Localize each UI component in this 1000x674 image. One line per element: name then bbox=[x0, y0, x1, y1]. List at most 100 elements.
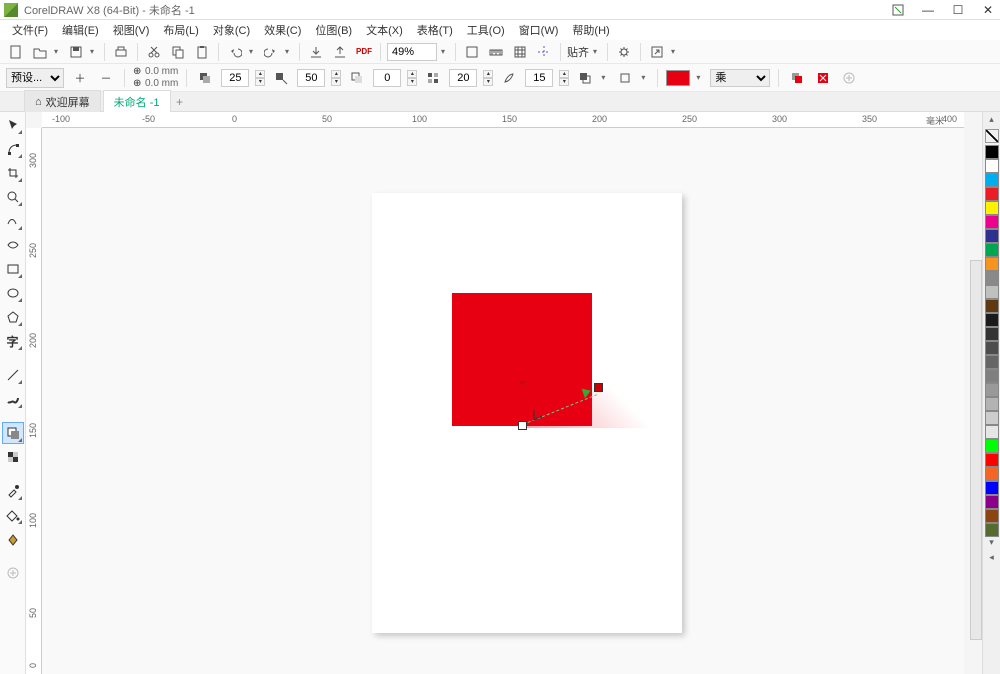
color-swatch[interactable] bbox=[985, 173, 999, 187]
save-button[interactable] bbox=[66, 42, 86, 62]
redo-dropdown-icon[interactable]: ▾ bbox=[285, 47, 293, 56]
color-swatch[interactable] bbox=[985, 467, 999, 481]
show-guides-button[interactable] bbox=[534, 42, 554, 62]
color-swatch[interactable] bbox=[985, 229, 999, 243]
zoom-tool[interactable] bbox=[2, 186, 24, 208]
maximize-button[interactable]: ☐ bbox=[950, 3, 966, 17]
fill-tool[interactable] bbox=[2, 504, 24, 526]
menu-effects[interactable]: 效果(C) bbox=[258, 20, 307, 40]
red-rectangle-object[interactable] bbox=[452, 293, 592, 426]
canvas-area[interactable]: ✕ -100 -50 0 50 100 150 200 250 300 350 … bbox=[26, 112, 982, 674]
new-tab-button[interactable]: + bbox=[173, 95, 187, 109]
crop-tool[interactable] bbox=[2, 162, 24, 184]
shadow-angle-input[interactable] bbox=[297, 69, 325, 87]
palette-flyout-icon[interactable]: ◂ bbox=[989, 552, 994, 563]
undo-dropdown-icon[interactable]: ▾ bbox=[249, 47, 257, 56]
shape-tool[interactable] bbox=[2, 138, 24, 160]
artistic-media-tool[interactable] bbox=[2, 234, 24, 256]
menu-edit[interactable]: 编辑(E) bbox=[56, 20, 105, 40]
color-swatch[interactable] bbox=[985, 341, 999, 355]
shadow-color-swatch[interactable] bbox=[666, 70, 690, 86]
color-swatch[interactable] bbox=[985, 495, 999, 509]
undo-button[interactable] bbox=[225, 42, 245, 62]
color-swatch[interactable] bbox=[985, 425, 999, 439]
color-swatch[interactable] bbox=[985, 159, 999, 173]
tab-welcome[interactable]: ⌂ 欢迎屏幕 bbox=[24, 90, 101, 113]
shadow-stretch-input[interactable] bbox=[449, 69, 477, 87]
color-swatch[interactable] bbox=[985, 481, 999, 495]
feather-direction-button[interactable] bbox=[575, 68, 595, 88]
vertical-scrollbar[interactable] bbox=[970, 260, 982, 640]
preset-select[interactable]: 预设... bbox=[6, 68, 64, 88]
shadow-direction-button[interactable] bbox=[195, 68, 215, 88]
menu-help[interactable]: 帮助(H) bbox=[566, 20, 615, 40]
quick-customize-button[interactable] bbox=[2, 562, 24, 584]
color-swatch[interactable] bbox=[985, 271, 999, 285]
color-swatch[interactable] bbox=[985, 397, 999, 411]
menu-tools[interactable]: 工具(O) bbox=[461, 20, 511, 40]
color-swatch[interactable] bbox=[985, 257, 999, 271]
no-fill-swatch[interactable] bbox=[985, 129, 999, 143]
color-swatch[interactable] bbox=[985, 355, 999, 369]
color-swatch[interactable] bbox=[985, 369, 999, 383]
shadow-fade-button[interactable] bbox=[347, 68, 367, 88]
menu-table[interactable]: 表格(T) bbox=[411, 20, 459, 40]
menu-text[interactable]: 文本(X) bbox=[360, 20, 409, 40]
save-dropdown-icon[interactable]: ▾ bbox=[90, 47, 98, 56]
feather-spinner[interactable]: ▴▾ bbox=[559, 70, 569, 86]
fade-spinner[interactable]: ▴▾ bbox=[407, 70, 417, 86]
text-tool[interactable]: 字 bbox=[2, 330, 24, 352]
show-rulers-button[interactable] bbox=[486, 42, 506, 62]
opacity-spinner[interactable]: ▴▾ bbox=[255, 70, 265, 86]
color-swatch[interactable] bbox=[985, 187, 999, 201]
palette-scroll-down-icon[interactable]: ▾ bbox=[989, 537, 994, 548]
pick-tool[interactable] bbox=[2, 114, 24, 136]
menu-layout[interactable]: 布局(L) bbox=[157, 20, 204, 40]
color-swatch[interactable] bbox=[985, 243, 999, 257]
connector-tool[interactable] bbox=[2, 388, 24, 410]
zoom-level-input[interactable] bbox=[387, 43, 437, 61]
color-swatch[interactable] bbox=[985, 285, 999, 299]
color-swatch[interactable] bbox=[985, 327, 999, 341]
smart-fill-tool[interactable] bbox=[2, 528, 24, 550]
print-button[interactable] bbox=[111, 42, 131, 62]
color-swatch[interactable] bbox=[985, 439, 999, 453]
import-button[interactable] bbox=[306, 42, 326, 62]
shadow-opacity-input[interactable] bbox=[221, 69, 249, 87]
cut-button[interactable] bbox=[144, 42, 164, 62]
tab-document[interactable]: 未命名 -1 bbox=[103, 90, 171, 113]
snap-dropdown-icon[interactable]: ▾ bbox=[593, 47, 601, 56]
color-dropdown-icon[interactable]: ▾ bbox=[696, 73, 704, 82]
transparency-tool[interactable] bbox=[2, 446, 24, 468]
color-swatch[interactable] bbox=[985, 453, 999, 467]
remove-preset-button[interactable]: － bbox=[96, 68, 116, 88]
ellipse-tool[interactable] bbox=[2, 282, 24, 304]
stretch-spinner[interactable]: ▴▾ bbox=[483, 70, 493, 86]
shadow-fade-input[interactable] bbox=[373, 69, 401, 87]
copy-button[interactable] bbox=[168, 42, 188, 62]
publish-pdf-button[interactable]: PDF bbox=[354, 42, 374, 62]
blend-mode-select[interactable]: 乘 bbox=[710, 69, 770, 87]
menu-bitmap[interactable]: 位图(B) bbox=[309, 20, 358, 40]
open-dropdown-icon[interactable]: ▾ bbox=[54, 47, 62, 56]
rectangle-tool[interactable] bbox=[2, 258, 24, 280]
dimension-tool[interactable] bbox=[2, 364, 24, 386]
minimize-button[interactable]: — bbox=[920, 3, 936, 17]
launcher-dropdown-icon[interactable]: ▾ bbox=[671, 47, 679, 56]
fullscreen-button[interactable] bbox=[462, 42, 482, 62]
shadow-stretch-button[interactable] bbox=[423, 68, 443, 88]
zoom-dropdown-icon[interactable]: ▾ bbox=[441, 47, 449, 56]
export-button[interactable] bbox=[330, 42, 350, 62]
vertical-ruler[interactable]: 300 250 200 150 100 50 0 bbox=[26, 128, 42, 674]
feather-input[interactable] bbox=[525, 69, 553, 87]
add-preset-button[interactable]: ＋ bbox=[70, 68, 90, 88]
freehand-tool[interactable] bbox=[2, 210, 24, 232]
open-button[interactable] bbox=[30, 42, 50, 62]
shadow-start-handle[interactable] bbox=[518, 421, 527, 430]
color-swatch[interactable] bbox=[985, 411, 999, 425]
close-button[interactable]: ✕ bbox=[980, 3, 996, 17]
eyedropper-tool[interactable] bbox=[2, 480, 24, 502]
color-swatch[interactable] bbox=[985, 313, 999, 327]
redo-button[interactable] bbox=[261, 42, 281, 62]
color-swatch[interactable] bbox=[985, 523, 999, 537]
